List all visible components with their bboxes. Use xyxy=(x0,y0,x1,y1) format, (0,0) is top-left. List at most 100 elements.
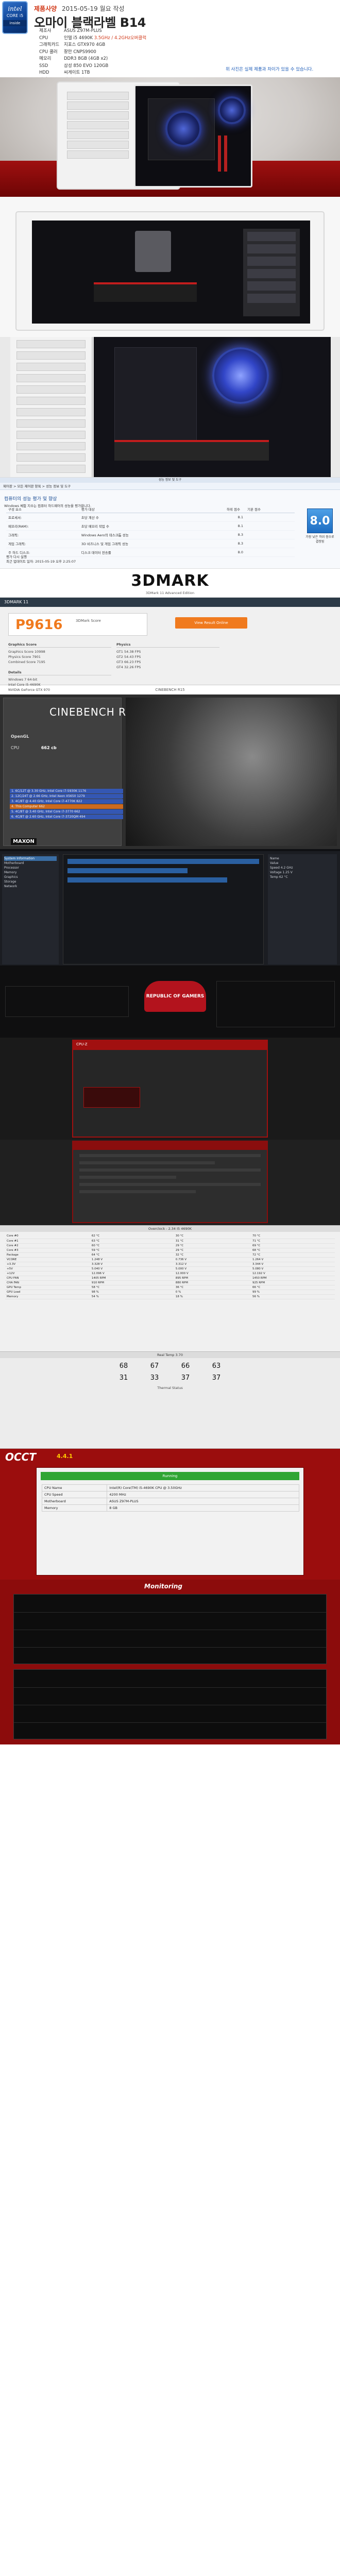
occt-row: CPU Speed 4200 MHz xyxy=(41,1491,299,1498)
wei-component: 프로세서: xyxy=(6,513,79,522)
spec-key: SSD xyxy=(39,63,48,69)
cinebench-ranking: 1. 6C/12T @ 3.30 GHz, Intel Core i7-5930… xyxy=(10,789,123,820)
3dmark-detail-line: GT4 32.26 FPS xyxy=(116,665,141,669)
spec-row: CPU 인텔 i5 4690K 3.5GHz / 4.2GHz오버클럭 xyxy=(39,35,194,42)
hwmonitor-cell: GPU Temp xyxy=(5,1285,90,1290)
spec-row: HDD 씨게이트 1TB xyxy=(39,70,194,77)
hwmonitor-cell: 1405 RPM xyxy=(90,1276,174,1281)
hwmonitor-row: GPU Temp 58 °C 36 °C 66 °C xyxy=(5,1285,335,1290)
wei-rerun-link[interactable]: 평가 다시 실행 xyxy=(6,555,76,560)
hwmonitor-title: Overclock - 2.34 I5 4690K xyxy=(0,1226,340,1232)
system-info-detail: Speed 4.2 GHz xyxy=(270,866,293,870)
3dmark-detail-line: Intel Core i5-4690K xyxy=(8,683,41,687)
hwmonitor-cell: 32 °C xyxy=(174,1252,251,1258)
cpu-tool-value-box xyxy=(83,1087,140,1108)
wei-desc: 초당 계산 수 xyxy=(79,513,225,522)
3dmark-result-window: 3DMARK 11 3DMark Score P9616 View Result… xyxy=(0,598,340,692)
3dmark-banner: 3DMARK 3DMark 11 Advanced Edition xyxy=(0,569,340,598)
cinebench-rank-item: 3. 4C/8T @ 4.40 GHz, Intel Core i7-4770K… xyxy=(10,799,123,804)
system-info-nav-item: Network xyxy=(4,885,18,888)
occt-cell: Motherboard xyxy=(41,1498,108,1505)
hwmonitor-row: Core #0 62 °C 30 °C 70 °C xyxy=(5,1234,335,1239)
cinebench-cpu-score: 662 cb xyxy=(41,745,57,750)
3dmark-col1-title: Graphics Score xyxy=(8,642,111,648)
occt-cell: CPU Speed xyxy=(41,1491,108,1498)
system-info-detail: Name xyxy=(270,857,279,860)
wei-subscore: 8.3 xyxy=(224,530,245,539)
spec-key: HDD xyxy=(39,70,49,75)
hwmonitor-cell: 56 % xyxy=(250,1294,335,1299)
3dmark-app-title: 3DMARK 11 xyxy=(0,598,340,607)
hwmonitor-cell: +12V xyxy=(5,1271,90,1276)
hwmonitor-row: Core #1 63 °C 31 °C 71 °C xyxy=(5,1239,335,1244)
realtemp-value: 31 xyxy=(119,1374,128,1382)
hwmonitor-cell: 925 RPM xyxy=(250,1280,335,1285)
hwmonitor-row: +12V 12.096 V 12.000 V 12.192 V xyxy=(5,1271,335,1276)
hwmonitor-cell: 71 °C xyxy=(250,1239,335,1244)
3dmark-detail-line: GT2 54.43 FPS xyxy=(116,655,141,659)
monitoring-chart-top xyxy=(13,1594,327,1664)
hwmonitor-cell: 1450 RPM xyxy=(250,1276,335,1281)
wei-address-bar[interactable]: 제어판 > 모든 제어판 항목 > 성능 정보 및 도구 xyxy=(0,483,340,490)
system-info-nav-item: System Information xyxy=(4,856,57,861)
wei-desc: Windows Aero의 데스크톱 성능 xyxy=(79,530,225,539)
spec-row: 그래픽카드 지포스 GTX970 4GB xyxy=(39,42,194,49)
3dmark-col2-title: Physics xyxy=(116,642,219,648)
spec-value: 잘만 CNPS9900 xyxy=(64,49,96,55)
realtemp-value: 66 xyxy=(181,1362,190,1370)
cinebench-render-area xyxy=(126,698,337,846)
3dmark-detail-line: NVIDIA GeForce GTX 970 xyxy=(8,688,50,692)
hwmonitor-cell: VCORE xyxy=(5,1257,90,1262)
spec-tag: 제품사양 xyxy=(34,5,57,12)
hwmonitor-cell: 68 °C xyxy=(250,1248,335,1253)
hwmonitor-cell: 880 RPM xyxy=(174,1280,251,1285)
3dmark-detail-line: Graphics Score 10998 xyxy=(8,650,45,654)
cinebench-rank-item: 2. 12C/24T @ 2.66 GHz, Intel Xeon X5650 … xyxy=(10,794,123,799)
hwmonitor-cell: Core #3 xyxy=(5,1248,90,1253)
tag-line: 제품사양 2015-05-19 월요 작성 xyxy=(34,4,125,13)
hwmonitor-cell: 18 % xyxy=(174,1294,251,1299)
occt-status: Running xyxy=(41,1472,299,1480)
hwmonitor-cell: 3.312 V xyxy=(174,1262,251,1267)
hwmonitor-row: Memory 54 % 18 % 56 % xyxy=(5,1294,335,1299)
rog-graph-right xyxy=(216,981,335,1027)
wei-window-title: 성능 정보 및 도구 xyxy=(0,478,340,483)
monitoring-chart-bottom xyxy=(13,1669,327,1739)
wei-updated: 최근 업데이트 일자: 2015-05-19 오후 2:25:07 xyxy=(6,560,76,564)
hwmonitor-cell: 63 °C xyxy=(90,1239,174,1244)
intel-line-text: CORE i5 xyxy=(6,13,24,18)
cinebench-rank-item: 1. 6C/12T @ 3.30 GHz, Intel Core i7-5930… xyxy=(10,789,123,793)
view-result-online-button[interactable]: View Result Online xyxy=(175,617,247,629)
realtemp-value: 68 xyxy=(119,1362,128,1370)
hwmonitor-row: +5V 5.040 V 5.000 V 5.080 V xyxy=(5,1266,335,1272)
system-info-nav-item: Storage xyxy=(4,880,16,884)
wei-base-score: 8.0 xyxy=(307,509,333,533)
spec-value: DDR3 8GB (4GB x2) xyxy=(64,56,108,61)
cinebench-cpu-row: CPU 662 cb xyxy=(11,745,57,750)
wei-empty xyxy=(245,548,295,557)
wei-component: 게임 그래픽: xyxy=(6,539,79,548)
hwmonitor-cell: 58 °C xyxy=(90,1285,174,1290)
wei-subscore: 8.3 xyxy=(224,539,245,548)
hwmonitor-cell: 64 °C xyxy=(90,1252,174,1258)
wei-empty xyxy=(245,530,295,539)
hwmonitor-cell: 59 °C xyxy=(90,1248,174,1253)
hwmonitor-cell: 0.736 V xyxy=(174,1257,251,1262)
occt-cell: Memory xyxy=(41,1504,108,1512)
3dmark-detail-line: GT3 66.23 FPS xyxy=(116,660,141,664)
spec-key: CPU 쿨러 xyxy=(39,49,58,55)
spec-value: 인텔 i5 4690K 3.5GHz / 4.2GHz오버클럭 xyxy=(64,35,147,41)
wei-subscore: 8.0 xyxy=(224,548,245,557)
wei-subscore: 8.1 xyxy=(224,513,245,522)
cinebench-left-panel: OpenGL CPU 662 cb 1. 6C/12T @ 3.30 GHz, … xyxy=(3,698,123,846)
intel-brand-text: intel xyxy=(8,5,22,12)
hwmonitor-cell: Core #2 xyxy=(5,1243,90,1248)
occt-row: Memory 8 GB xyxy=(41,1504,299,1512)
hwmonitor-cell: +3.3V xyxy=(5,1262,90,1267)
hwmonitor-cell: 910 RPM xyxy=(90,1280,174,1285)
hwmonitor-cell: 31 °C xyxy=(174,1239,251,1244)
case-side-window xyxy=(134,84,252,188)
occt-cell: 4200 MHz xyxy=(107,1491,299,1498)
monitoring-title: Monitoring xyxy=(144,1583,182,1590)
cinebench-opengl-label: OpenGL xyxy=(11,734,29,739)
